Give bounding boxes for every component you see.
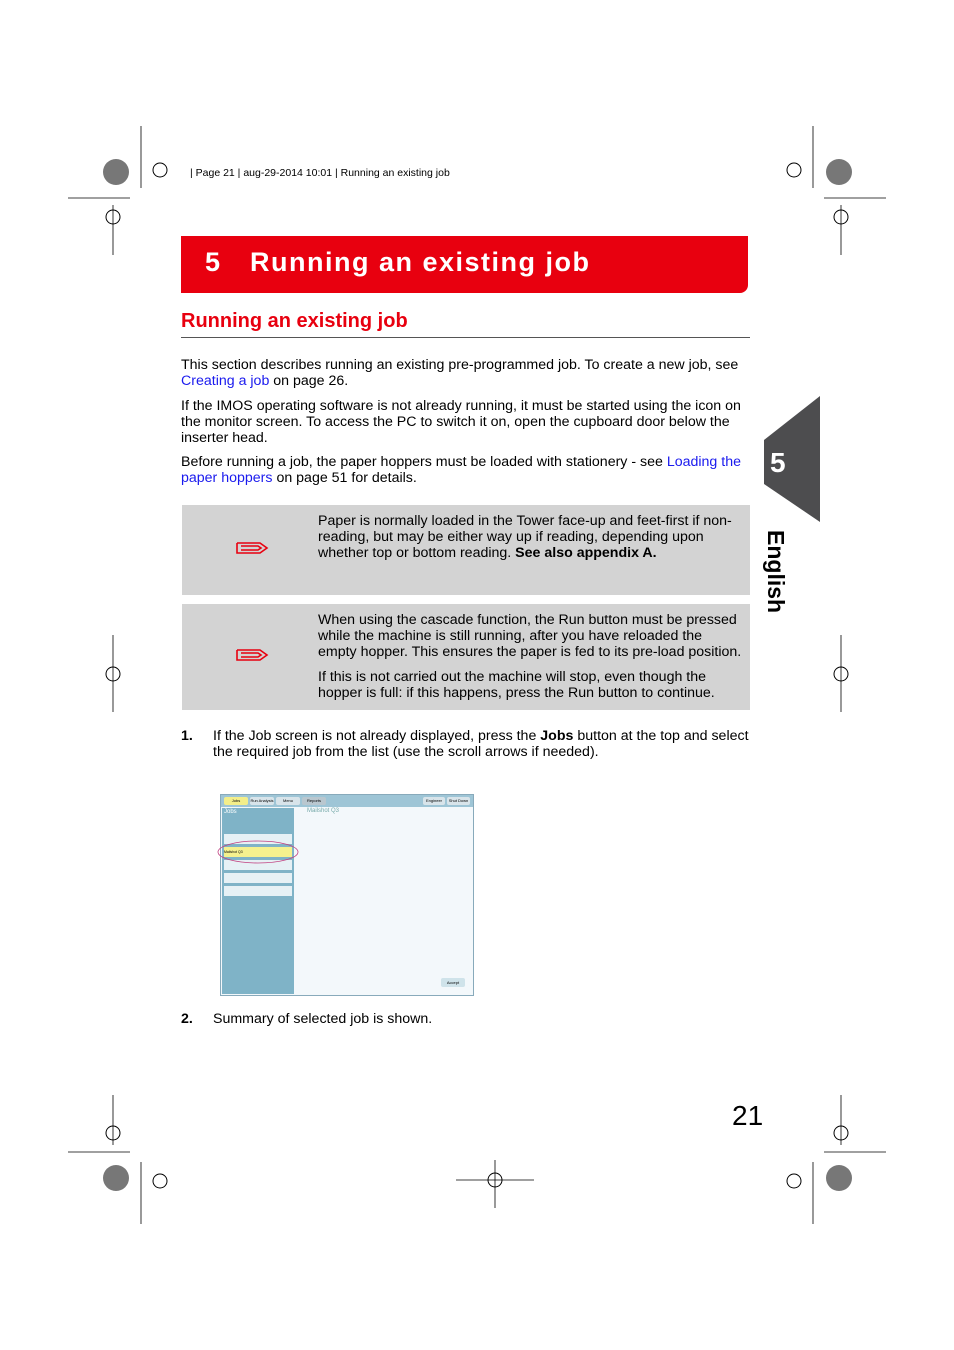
step-number: 2. <box>181 1011 193 1027</box>
note-box: When using the cascade function, the Run… <box>182 604 750 710</box>
side-tab-number: 5 <box>770 447 786 478</box>
text: on page 51 for details. <box>272 470 417 486</box>
accept-button: Accept <box>441 978 465 987</box>
jobs-panel: Jobs Mailshot Q3 <box>222 808 294 994</box>
highlight-ellipse <box>217 840 299 864</box>
tab-menu: Menu <box>276 797 300 805</box>
language-label: English <box>763 530 789 614</box>
link-creating-a-job[interactable]: Creating a job <box>181 373 269 389</box>
tab-jobs: Jobs <box>224 797 248 805</box>
step-number: 1. <box>181 728 193 744</box>
text: Summary of selected job is shown. <box>213 1011 433 1027</box>
note-box: Paper is normally loaded in the Tower fa… <box>182 505 750 595</box>
paragraph: Before running a job, the paper hoppers … <box>181 454 751 486</box>
page-number: 21 <box>732 1100 764 1131</box>
paperclip-icon <box>236 542 269 554</box>
chapter-title: Running an existing job <box>250 247 591 277</box>
text: When using the cascade function, the Run… <box>318 612 742 660</box>
text: If this is not carried out the machine w… <box>318 669 715 701</box>
chapter-side-tab: 5 <box>764 396 820 522</box>
paragraph: This section describes running an existi… <box>181 357 751 389</box>
bold-text: Jobs <box>540 728 574 744</box>
text: on page 26. <box>269 373 349 389</box>
shut-down-button: Shut Down <box>447 797 470 805</box>
chapter-banner: 5 Running an existing job <box>181 236 748 293</box>
paragraph: If the IMOS operating software is not al… <box>181 398 741 446</box>
document-page: | Page 21 | aug-29-2014 10:01 | Running … <box>0 0 954 1350</box>
text: If the Job screen is not already display… <box>213 728 541 744</box>
paperclip-icon <box>236 649 269 661</box>
job-title: Mailshot Q3 <box>307 808 340 814</box>
text: Before running a job, the paper hoppers … <box>181 454 667 470</box>
tab-reports: Reports <box>302 797 326 805</box>
page-header: | Page 21 | aug-29-2014 10:01 | Running … <box>190 167 450 179</box>
text: This section describes running an existi… <box>181 357 739 373</box>
step-1: 1. If the Job screen is not already disp… <box>181 728 751 760</box>
section-title: Running an existing job <box>181 310 750 338</box>
jobs-screenshot: Jobs Run Analysis Menu Reports Engineer … <box>217 794 474 996</box>
note-text: When using the cascade function, the Run… <box>318 612 743 701</box>
note-text: Paper is normally loaded in the Tower fa… <box>318 513 743 561</box>
chapter-number: 5 <box>205 247 222 277</box>
screenshot-toolbar: Jobs Run Analysis Menu Reports Engineer … <box>221 795 473 807</box>
engineer-button: Engineer <box>423 797 445 805</box>
bold-text: See also appendix A. <box>515 545 657 561</box>
tab-run-analysis: Run Analysis <box>250 797 274 805</box>
panel-title: Jobs <box>224 809 237 815</box>
step-2: 2. Summary of selected job is shown. <box>181 1011 751 1027</box>
